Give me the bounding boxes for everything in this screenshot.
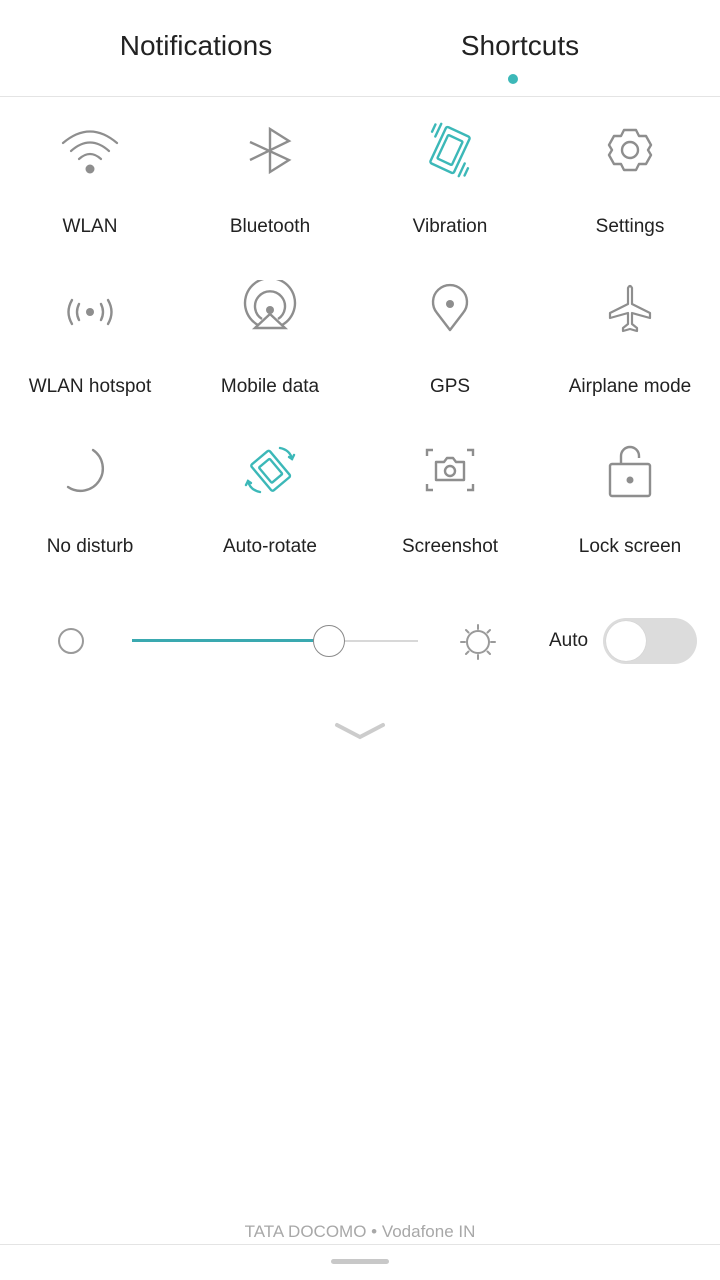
shortcut-gps[interactable]: GPS — [360, 270, 540, 430]
collapse-panel-button[interactable] — [330, 715, 390, 745]
shortcut-label: Vibration — [412, 216, 488, 237]
brightness-slider-thumb[interactable] — [313, 625, 346, 657]
shortcut-bluetooth[interactable]: Bluetooth — [180, 110, 360, 270]
shortcut-label: Mobile data — [220, 376, 320, 397]
tab-shortcuts[interactable]: Shortcuts — [370, 30, 670, 62]
shortcut-wlan-hotspot[interactable]: WLAN hotspot — [0, 270, 180, 430]
tab-notifications[interactable]: Notifications — [46, 30, 346, 62]
screenshot-icon — [420, 440, 480, 500]
shortcut-label: Auto-rotate — [223, 536, 317, 557]
carrier-info: TATA DOCOMO • Vodafone IN — [244, 1222, 476, 1241]
shortcut-wlan[interactable]: WLAN — [0, 110, 180, 270]
brightness-control: Auto — [0, 610, 720, 672]
shortcut-airplane-mode[interactable]: Airplane mode — [540, 270, 720, 430]
shortcut-label: Airplane mode — [568, 376, 692, 397]
auto-rotate-icon — [240, 440, 300, 500]
active-tab-indicator — [508, 74, 518, 84]
shortcut-label: WLAN — [62, 216, 118, 237]
chevron-down-icon — [330, 723, 390, 749]
shortcut-auto-rotate[interactable]: Auto-rotate — [180, 430, 360, 590]
divider — [0, 1244, 720, 1245]
shortcut-label: Screenshot — [401, 536, 499, 557]
drag-handle[interactable] — [331, 1259, 389, 1264]
shortcut-label: WLAN hotspot — [28, 376, 152, 397]
shortcut-label: Settings — [595, 216, 665, 237]
shortcut-no-disturb[interactable]: No disturb — [0, 430, 180, 590]
unlock-icon — [600, 440, 660, 500]
shortcut-label: Bluetooth — [229, 216, 311, 237]
wifi-icon — [60, 120, 120, 180]
location-pin-icon — [420, 280, 480, 340]
tab-bar: Notifications Shortcuts — [0, 0, 720, 97]
mobile-data-icon — [240, 276, 300, 340]
vibration-icon — [420, 120, 480, 180]
shortcut-screenshot[interactable]: Screenshot — [360, 430, 540, 590]
auto-brightness-toggle[interactable] — [603, 618, 697, 664]
shortcut-label: No disturb — [46, 536, 134, 557]
shortcut-label: GPS — [429, 376, 471, 397]
shortcut-settings[interactable]: Settings — [540, 110, 720, 270]
brightness-high-icon — [458, 622, 498, 662]
gear-icon — [600, 120, 660, 180]
toggle-knob — [606, 621, 646, 661]
hotspot-icon — [60, 280, 120, 340]
shortcut-label: Lock screen — [578, 536, 682, 557]
brightness-slider-fill — [132, 639, 330, 642]
moon-icon — [60, 440, 120, 500]
shortcut-vibration[interactable]: Vibration — [360, 110, 540, 270]
brightness-slider[interactable] — [132, 625, 418, 657]
bluetooth-icon — [240, 120, 300, 180]
shortcut-mobile-data[interactable]: Mobile data — [180, 270, 360, 430]
shortcut-lock-screen[interactable]: Lock screen — [540, 430, 720, 590]
airplane-icon — [600, 280, 660, 340]
brightness-low-icon — [57, 627, 85, 655]
auto-brightness-label: Auto — [549, 630, 589, 651]
